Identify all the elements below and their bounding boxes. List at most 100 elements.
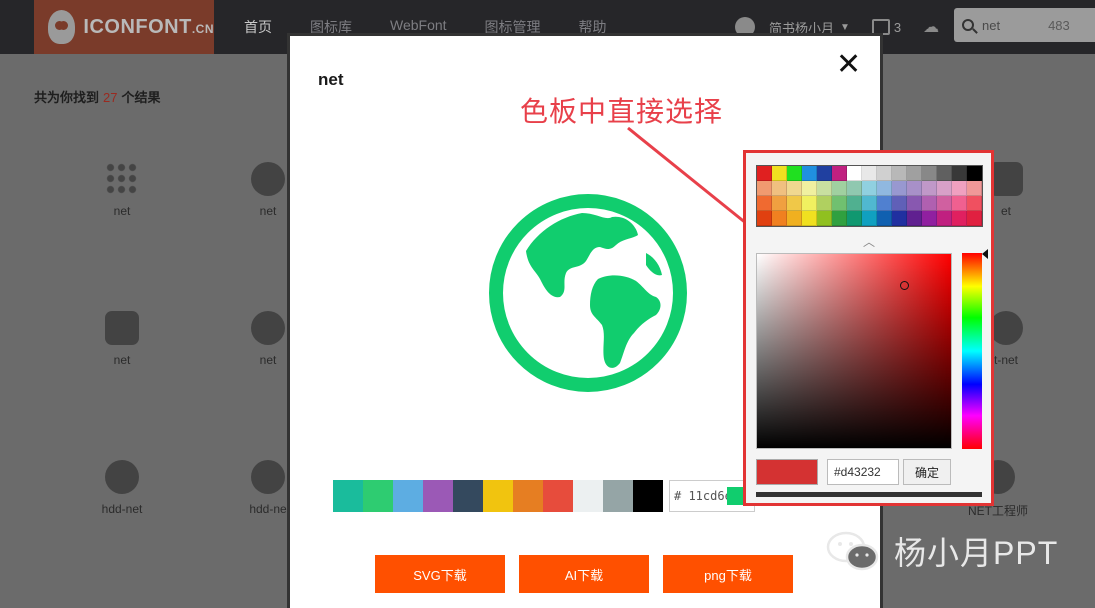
png-download-button[interactable]: png下载 (663, 555, 793, 593)
palette-swatch[interactable] (922, 166, 937, 181)
hdd-net-icon (105, 460, 139, 494)
palette-swatch[interactable] (907, 211, 922, 226)
palette-swatch[interactable] (802, 166, 817, 181)
chevron-up-icon[interactable]: ︿ (863, 233, 875, 250)
palette-swatch[interactable] (817, 181, 832, 196)
palette-swatch[interactable] (952, 166, 967, 181)
close-icon[interactable]: ✕ (836, 50, 861, 80)
palette-swatch[interactable] (877, 196, 892, 211)
palette-swatch[interactable] (862, 211, 877, 226)
upload-icon[interactable]: ☁ (923, 17, 939, 37)
palette-swatch[interactable] (772, 166, 787, 181)
palette-swatch[interactable] (787, 196, 802, 211)
palette-swatch[interactable] (922, 181, 937, 196)
palette-swatch[interactable] (907, 196, 922, 211)
confirm-button[interactable]: 确定 (903, 459, 951, 485)
palette-swatch[interactable] (967, 211, 982, 226)
palette-swatch[interactable] (937, 166, 952, 181)
palette-swatch[interactable] (787, 211, 802, 226)
color-swatch[interactable] (513, 480, 543, 512)
globe-icon (489, 194, 687, 392)
palette-swatch[interactable] (757, 196, 772, 211)
hue-marker[interactable] (982, 249, 988, 259)
hue-slider[interactable] (962, 253, 982, 449)
palette-swatch[interactable] (892, 181, 907, 196)
palette-swatch[interactable] (907, 166, 922, 181)
palette-swatch[interactable] (922, 196, 937, 211)
palette-swatch[interactable] (847, 181, 862, 196)
palette-swatch[interactable] (892, 166, 907, 181)
watermark-text: 杨小月PPT (894, 535, 1059, 571)
palette-swatch[interactable] (937, 211, 952, 226)
network-icon (251, 311, 285, 345)
palette-swatch[interactable] (922, 211, 937, 226)
palette-swatch[interactable] (832, 196, 847, 211)
palette-swatch[interactable] (817, 166, 832, 181)
palette-swatch[interactable] (967, 196, 982, 211)
color-swatch[interactable] (573, 480, 603, 512)
palette-swatch[interactable] (847, 166, 862, 181)
palette-swatch[interactable] (952, 181, 967, 196)
palette-swatch[interactable] (877, 181, 892, 196)
color-swatch[interactable] (333, 480, 363, 512)
color-swatch[interactable] (543, 480, 573, 512)
palette-swatch[interactable] (862, 181, 877, 196)
color-swatch[interactable] (363, 480, 393, 512)
palette-swatch[interactable] (907, 181, 922, 196)
result-item[interactable]: net (82, 162, 162, 218)
palette-swatch[interactable] (967, 181, 982, 196)
site-logo[interactable]: ICONFONT.CN (34, 0, 214, 54)
palette-swatch[interactable] (802, 181, 817, 196)
palette-swatch[interactable] (952, 211, 967, 226)
palette-swatch[interactable] (832, 181, 847, 196)
palette-swatch[interactable] (787, 181, 802, 196)
chevron-down-icon[interactable]: ▼ (840, 22, 850, 33)
picker-hex-input[interactable]: #d43232 (827, 459, 899, 485)
palette-swatch[interactable] (847, 196, 862, 211)
palette-swatch[interactable] (877, 211, 892, 226)
palette-swatch[interactable] (967, 166, 982, 181)
palette-swatch[interactable] (757, 211, 772, 226)
nav-home[interactable]: 首页 (244, 17, 272, 37)
search-input[interactable]: net 483 (954, 8, 1095, 42)
logo-text: ICONFONT.CN (83, 15, 214, 38)
palette-swatch[interactable] (937, 196, 952, 211)
modal-title: net (318, 70, 344, 89)
svg-download-button[interactable]: SVG下载 (375, 555, 505, 593)
palette-swatch[interactable] (937, 181, 952, 196)
palette-swatch[interactable] (862, 196, 877, 211)
result-item[interactable]: hdd-net (82, 460, 162, 516)
color-swatch[interactable] (633, 480, 663, 512)
color-swatch[interactable] (603, 480, 633, 512)
palette-swatch[interactable] (757, 181, 772, 196)
palette-swatch[interactable] (757, 166, 772, 181)
palette-swatch[interactable] (952, 196, 967, 211)
color-swatch[interactable] (483, 480, 513, 512)
skull-logo-icon (48, 10, 76, 44)
search-count: 483 (1048, 17, 1070, 33)
palette-swatch[interactable] (892, 196, 907, 211)
palette-swatch[interactable] (817, 196, 832, 211)
palette-swatch[interactable] (892, 211, 907, 226)
palette-swatch[interactable] (817, 211, 832, 226)
palette-swatch[interactable] (772, 196, 787, 211)
palette-swatch[interactable] (847, 211, 862, 226)
color-cursor[interactable] (900, 281, 909, 290)
palette-swatch[interactable] (832, 166, 847, 181)
palette-swatch[interactable] (802, 196, 817, 211)
color-swatch[interactable] (393, 480, 423, 512)
current-color-preview (756, 459, 818, 485)
color-swatch[interactable] (423, 480, 453, 512)
color-swatch[interactable] (453, 480, 483, 512)
watermark: 杨小月PPT (826, 528, 1058, 574)
palette-swatch[interactable] (877, 166, 892, 181)
palette-swatch[interactable] (802, 211, 817, 226)
saturation-value-area[interactable] (756, 253, 952, 449)
palette-swatch[interactable] (832, 211, 847, 226)
ai-download-button[interactable]: AI下载 (519, 555, 649, 593)
result-item[interactable]: net (82, 311, 162, 367)
palette-swatch[interactable] (787, 166, 802, 181)
palette-swatch[interactable] (772, 211, 787, 226)
palette-swatch[interactable] (772, 181, 787, 196)
palette-swatch[interactable] (862, 166, 877, 181)
